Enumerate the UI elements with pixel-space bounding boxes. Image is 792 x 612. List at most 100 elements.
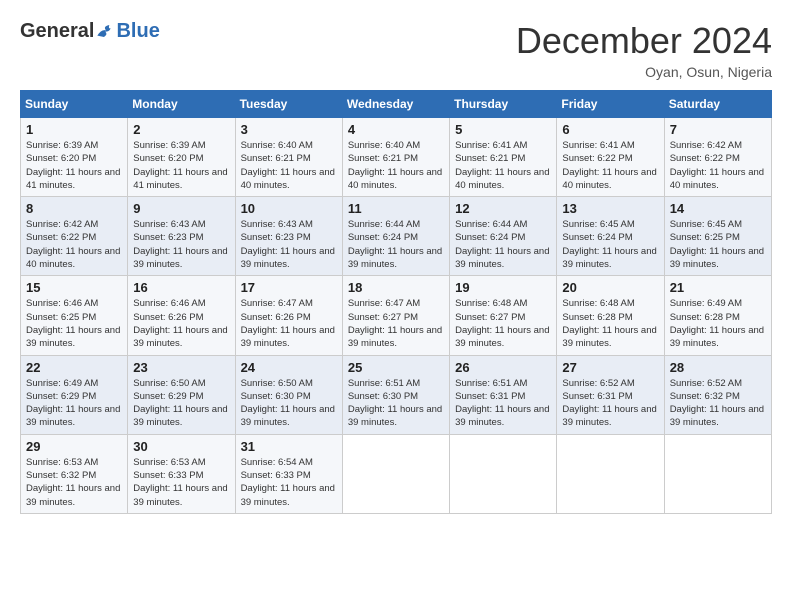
calendar-day-cell: 1Sunrise: 6:39 AMSunset: 6:20 PMDaylight… [21,118,128,197]
day-detail: Sunrise: 6:50 AMSunset: 6:29 PMDaylight:… [133,377,229,430]
calendar-day-cell: 11 Sunrise: 6:44 AMSunset: 6:24 PMDayligh… [342,197,449,276]
day-number: 24 [241,360,337,375]
day-number: 10 [241,201,337,216]
day-detail: Sunrise: 6:42 AMSunset: 6:22 PMDaylight:… [26,218,122,271]
calendar-day-cell: 7 Sunrise: 6:42 AMSunset: 6:22 PMDaylight… [664,118,771,197]
day-detail: Sunrise: 6:51 AMSunset: 6:31 PMDaylight:… [455,377,551,430]
day-number: 16 [133,280,229,295]
day-number: 17 [241,280,337,295]
day-detail: Sunrise: 6:49 AMSunset: 6:28 PMDaylight:… [670,297,766,350]
day-number: 23 [133,360,229,375]
day-number: 19 [455,280,551,295]
day-number: 21 [670,280,766,295]
calendar-day-cell: 22 Sunrise: 6:49 AMSunset: 6:29 PMDayligh… [21,355,128,434]
empty-cell [450,434,557,513]
calendar-day-cell: 9 Sunrise: 6:43 AMSunset: 6:23 PMDaylight… [128,197,235,276]
day-number: 4 [348,122,444,137]
day-detail: Sunrise: 6:47 AMSunset: 6:26 PMDaylight:… [241,297,337,350]
calendar-day-cell: 8 Sunrise: 6:42 AMSunset: 6:22 PMDaylight… [21,197,128,276]
day-detail: Sunrise: 6:54 AMSunset: 6:33 PMDaylight:… [241,456,337,509]
day-detail: Sunrise: 6:47 AMSunset: 6:27 PMDaylight:… [348,297,444,350]
empty-cell [664,434,771,513]
day-number: 7 [670,122,766,137]
day-detail: Sunrise: 6:49 AMSunset: 6:29 PMDaylight:… [26,377,122,430]
day-number: 18 [348,280,444,295]
day-number: 15 [26,280,122,295]
column-header-thursday: Thursday [450,91,557,118]
day-number: 3 [241,122,337,137]
column-header-monday: Monday [128,91,235,118]
day-detail: Sunrise: 6:44 AMSunset: 6:24 PMDaylight:… [348,218,444,271]
calendar-day-cell: 4Sunrise: 6:40 AMSunset: 6:21 PMDaylight… [342,118,449,197]
calendar-day-cell: 20Sunrise: 6:48 AMSunset: 6:28 PMDayligh… [557,276,664,355]
day-detail: Sunrise: 6:53 AMSunset: 6:32 PMDaylight:… [26,456,122,509]
day-detail: Sunrise: 6:42 AMSunset: 6:22 PMDaylight:… [670,139,766,192]
calendar-day-cell: 30 Sunrise: 6:53 AMSunset: 6:33 PMDayligh… [128,434,235,513]
day-number: 6 [562,122,658,137]
calendar-week-row: 1Sunrise: 6:39 AMSunset: 6:20 PMDaylight… [21,118,772,197]
calendar-header-row: SundayMondayTuesdayWednesdayThursdayFrid… [21,91,772,118]
day-detail: Sunrise: 6:48 AMSunset: 6:27 PMDaylight:… [455,297,551,350]
location: Oyan, Osun, Nigeria [516,64,772,80]
calendar-day-cell: 28Sunrise: 6:52 AMSunset: 6:32 PMDayligh… [664,355,771,434]
calendar-week-row: 15 Sunrise: 6:46 AMSunset: 6:25 PMDayligh… [21,276,772,355]
calendar-day-cell: 25 Sunrise: 6:51 AMSunset: 6:30 PMDayligh… [342,355,449,434]
day-detail: Sunrise: 6:43 AMSunset: 6:23 PMDaylight:… [241,218,337,271]
column-header-sunday: Sunday [21,91,128,118]
calendar-day-cell: 29 Sunrise: 6:53 AMSunset: 6:32 PMDayligh… [21,434,128,513]
day-number: 30 [133,439,229,454]
calendar-table: SundayMondayTuesdayWednesdayThursdayFrid… [20,90,772,514]
day-detail: Sunrise: 6:41 AMSunset: 6:22 PMDaylight:… [562,139,658,192]
day-detail: Sunrise: 6:53 AMSunset: 6:33 PMDaylight:… [133,456,229,509]
calendar-week-row: 22 Sunrise: 6:49 AMSunset: 6:29 PMDayligh… [21,355,772,434]
day-number: 13 [562,201,658,216]
calendar-day-cell: 18 Sunrise: 6:47 AMSunset: 6:27 PMDayligh… [342,276,449,355]
day-number: 8 [26,201,122,216]
column-header-wednesday: Wednesday [342,91,449,118]
calendar-day-cell: 26Sunrise: 6:51 AMSunset: 6:31 PMDayligh… [450,355,557,434]
calendar-day-cell: 16 Sunrise: 6:46 AMSunset: 6:26 PMDayligh… [128,276,235,355]
calendar-week-row: 29 Sunrise: 6:53 AMSunset: 6:32 PMDayligh… [21,434,772,513]
page-header: General Blue December 2024 Oyan, Osun, N… [20,20,772,80]
empty-cell [557,434,664,513]
logo-general: General [20,20,94,43]
day-detail: Sunrise: 6:41 AMSunset: 6:21 PMDaylight:… [455,139,551,192]
calendar-day-cell: 24 Sunrise: 6:50 AMSunset: 6:30 PMDayligh… [235,355,342,434]
calendar-day-cell: 12Sunrise: 6:44 AMSunset: 6:24 PMDayligh… [450,197,557,276]
day-detail: Sunrise: 6:46 AMSunset: 6:25 PMDaylight:… [26,297,122,350]
day-detail: Sunrise: 6:52 AMSunset: 6:31 PMDaylight:… [562,377,658,430]
day-detail: Sunrise: 6:45 AMSunset: 6:25 PMDaylight:… [670,218,766,271]
day-number: 12 [455,201,551,216]
day-detail: Sunrise: 6:46 AMSunset: 6:26 PMDaylight:… [133,297,229,350]
calendar-day-cell: 27 Sunrise: 6:52 AMSunset: 6:31 PMDayligh… [557,355,664,434]
day-number: 22 [26,360,122,375]
day-detail: Sunrise: 6:48 AMSunset: 6:28 PMDaylight:… [562,297,658,350]
calendar-day-cell: 3 Sunrise: 6:40 AMSunset: 6:21 PMDaylight… [235,118,342,197]
calendar-day-cell: 10 Sunrise: 6:43 AMSunset: 6:23 PMDayligh… [235,197,342,276]
day-detail: Sunrise: 6:50 AMSunset: 6:30 PMDaylight:… [241,377,337,430]
day-number: 31 [241,439,337,454]
calendar-day-cell: 15 Sunrise: 6:46 AMSunset: 6:25 PMDayligh… [21,276,128,355]
column-header-tuesday: Tuesday [235,91,342,118]
calendar-day-cell: 13Sunrise: 6:45 AMSunset: 6:24 PMDayligh… [557,197,664,276]
day-number: 9 [133,201,229,216]
month-title: December 2024 [516,20,772,62]
calendar-day-cell: 2 Sunrise: 6:39 AMSunset: 6:20 PMDaylight… [128,118,235,197]
logo: General Blue [20,20,160,43]
day-number: 11 [348,201,444,216]
calendar-day-cell: 6 Sunrise: 6:41 AMSunset: 6:22 PMDaylight… [557,118,664,197]
calendar-day-cell: 21 Sunrise: 6:49 AMSunset: 6:28 PMDayligh… [664,276,771,355]
day-detail: Sunrise: 6:51 AMSunset: 6:30 PMDaylight:… [348,377,444,430]
calendar-day-cell: 17 Sunrise: 6:47 AMSunset: 6:26 PMDayligh… [235,276,342,355]
day-detail: Sunrise: 6:43 AMSunset: 6:23 PMDaylight:… [133,218,229,271]
day-detail: Sunrise: 6:39 AMSunset: 6:20 PMDaylight:… [133,139,229,192]
day-detail: Sunrise: 6:39 AMSunset: 6:20 PMDaylight:… [26,139,122,192]
day-number: 29 [26,439,122,454]
calendar-day-cell: 19 Sunrise: 6:48 AMSunset: 6:27 PMDayligh… [450,276,557,355]
column-header-saturday: Saturday [664,91,771,118]
day-number: 27 [562,360,658,375]
day-detail: Sunrise: 6:40 AMSunset: 6:21 PMDaylight:… [241,139,337,192]
day-number: 25 [348,360,444,375]
column-header-friday: Friday [557,91,664,118]
day-number: 2 [133,122,229,137]
